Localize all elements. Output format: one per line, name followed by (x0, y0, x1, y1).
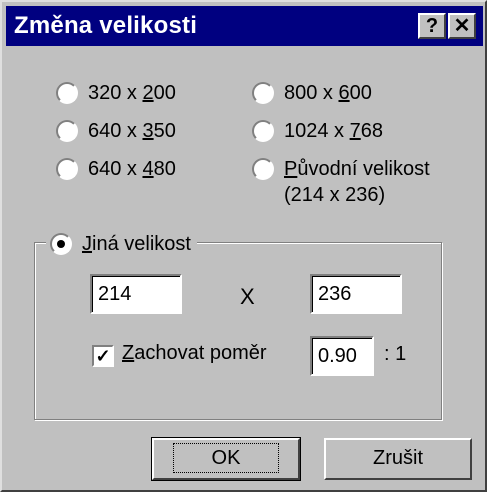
radio-1024x768[interactable]: 1024 x 768 (252, 118, 383, 144)
close-button[interactable]: ✕ (448, 13, 476, 39)
radio-circle (56, 120, 78, 142)
radio-original-size[interactable]: Původní velikost (214 x 236) (252, 156, 430, 208)
ok-label: OK (172, 443, 280, 473)
dimension-separator: X (240, 284, 255, 309)
dialog-title: Změna velikosti (14, 12, 198, 39)
ratio-input[interactable]: 0.90 (310, 336, 374, 376)
check-mark-icon: ✓ (95, 346, 111, 366)
help-button[interactable]: ? (418, 13, 446, 39)
keep-ratio-label: Zachovat poměr (122, 342, 267, 364)
radio-custom-size[interactable]: Jiná velikost (50, 231, 191, 257)
radio-800x600[interactable]: 800 x 600 (252, 80, 372, 106)
close-icon: ✕ (453, 15, 471, 37)
height-input[interactable]: 236 (310, 274, 402, 314)
radio-circle (252, 82, 274, 104)
radio-label: 320 x 200 (88, 82, 176, 104)
radio-label: Původní velikost (214 x 236) (284, 158, 430, 206)
radio-640x350[interactable]: 640 x 350 (56, 118, 176, 144)
ok-button[interactable]: OK (151, 437, 301, 481)
radio-circle (56, 158, 78, 180)
custom-size-group (34, 242, 442, 420)
radio-circle (56, 82, 78, 104)
keep-ratio-checkbox[interactable]: ✓ (92, 345, 114, 367)
original-size-value: (214 x 236) (284, 184, 386, 206)
radio-circle (252, 120, 274, 142)
radio-circle (252, 158, 274, 180)
title-bar[interactable]: Změna velikosti ? ✕ (6, 6, 483, 46)
width-input[interactable]: 214 (90, 274, 182, 314)
radio-640x480[interactable]: 640 x 480 (56, 156, 176, 182)
ratio-suffix: : 1 (384, 343, 407, 365)
custom-size-legend: Jiná velikost (46, 231, 197, 257)
resize-dialog: Změna velikosti ? ✕ 320 x 200 640 x 350 … (0, 0, 487, 492)
radio-label: 1024 x 768 (284, 120, 383, 142)
radio-label: 640 x 350 (88, 120, 176, 142)
radio-label: Jiná velikost (82, 233, 191, 255)
radio-320x200[interactable]: 320 x 200 (56, 80, 176, 106)
radio-circle-selected (50, 233, 72, 255)
radio-label: 640 x 480 (88, 158, 176, 180)
cancel-button[interactable]: Zrušit (324, 438, 472, 480)
radio-label: 800 x 600 (284, 82, 372, 104)
